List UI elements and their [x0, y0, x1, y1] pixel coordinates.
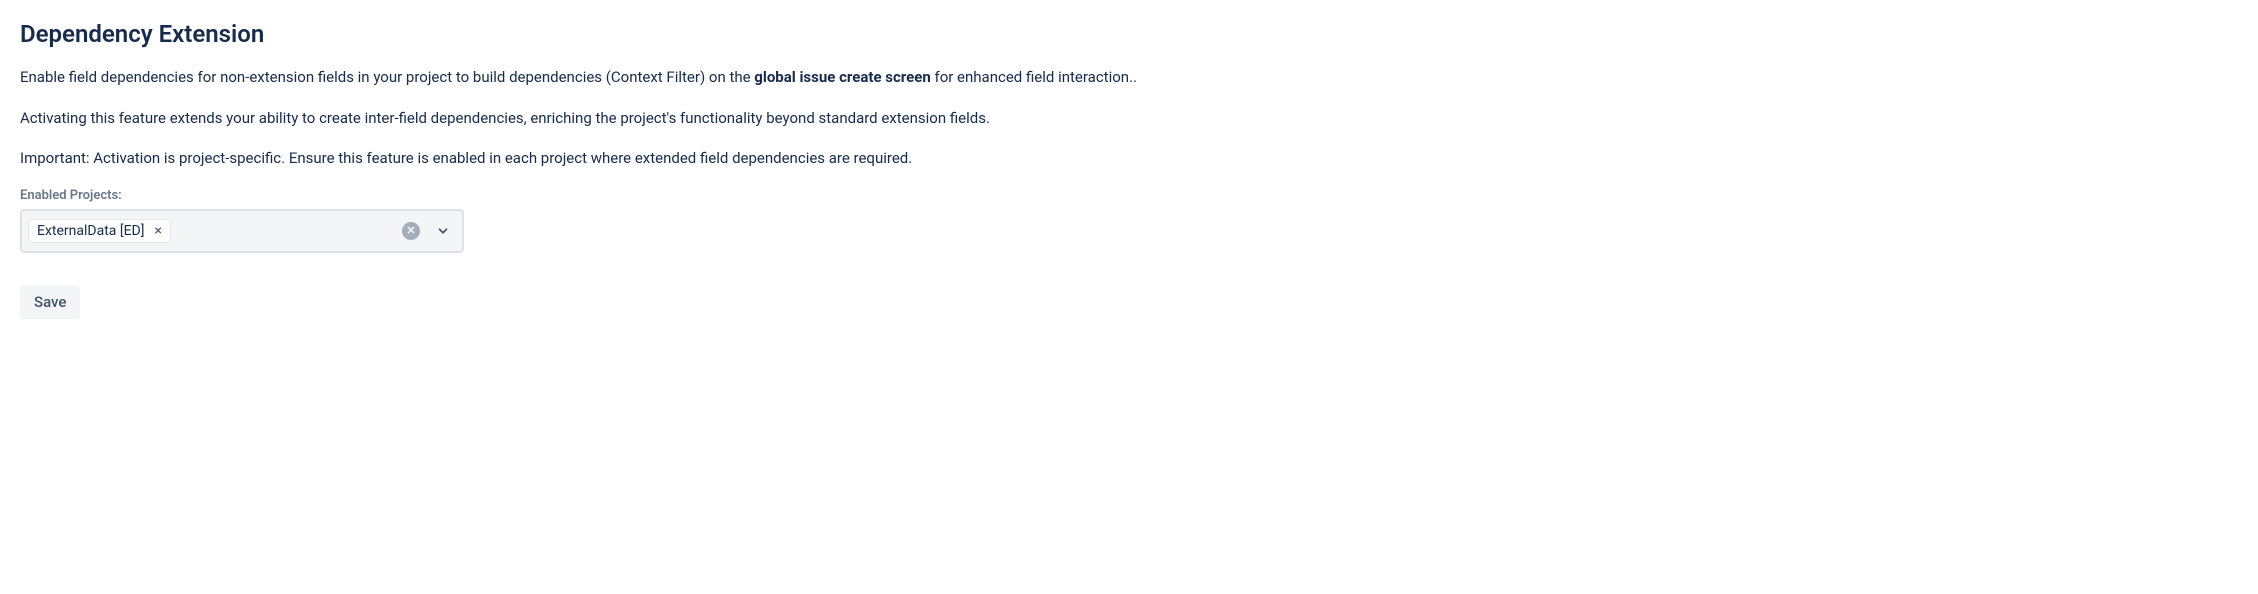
save-button[interactable]: Save: [20, 285, 80, 319]
description-paragraph-3: Important: Activation is project-specifi…: [20, 147, 2238, 170]
description-text: Enable field dependencies for non-extens…: [20, 68, 754, 86]
project-tag: ExternalData [ED] ×: [28, 219, 171, 243]
description-paragraph-1: Enable field dependencies for non-extens…: [20, 66, 2238, 89]
description-bold: global issue create screen: [754, 68, 930, 86]
project-tag-label: ExternalData [ED]: [37, 223, 144, 239]
page-title: Dependency Extension: [20, 20, 2238, 48]
enabled-projects-select[interactable]: ExternalData [ED] × ✕: [20, 209, 464, 253]
clear-all-icon[interactable]: ✕: [402, 222, 420, 240]
description-text: for enhanced field interaction..: [931, 68, 1137, 86]
chevron-down-icon[interactable]: [430, 224, 456, 238]
description-paragraph-2: Activating this feature extends your abi…: [20, 107, 2238, 130]
remove-tag-icon[interactable]: ×: [150, 224, 165, 238]
enabled-projects-label: Enabled Projects:: [20, 188, 2238, 203]
